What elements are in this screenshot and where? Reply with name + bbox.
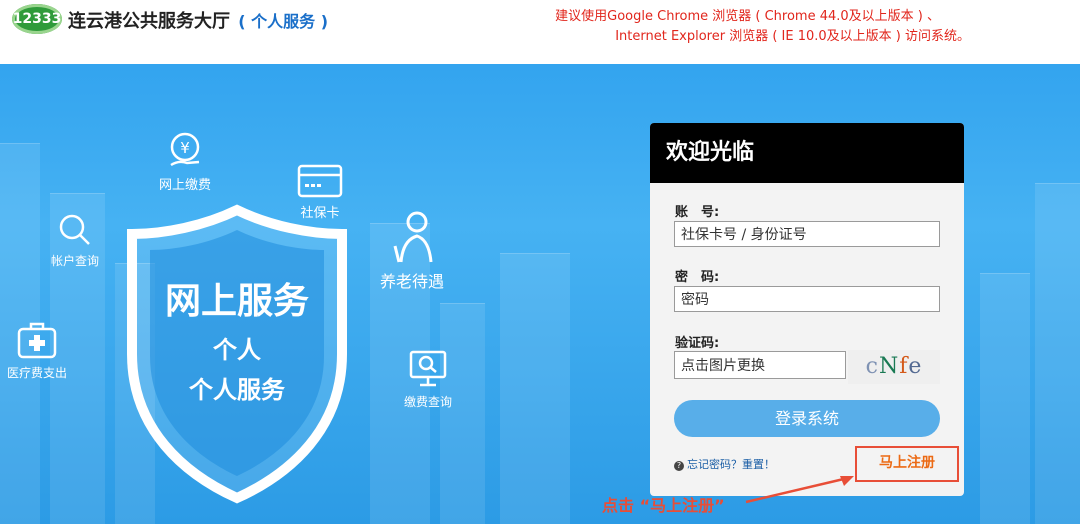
building-decoration	[1035, 183, 1080, 524]
captcha-image[interactable]: cNfe	[848, 350, 940, 384]
captcha-char: N	[878, 354, 900, 379]
browser-notice: 建议使用Google Chrome 浏览器 ( Chrome 44.0及以上版本…	[555, 7, 970, 47]
forgot-password-link[interactable]: ? 忘记密码？重置！	[674, 456, 775, 472]
register-highlight-box: 马上注册	[855, 446, 959, 482]
shield-line-2: 个人	[213, 336, 261, 364]
captcha-input[interactable]: 点击图片更换	[674, 351, 846, 379]
search-icon	[59, 214, 90, 245]
card-icon	[297, 164, 343, 198]
password-input[interactable]: 密码	[674, 286, 940, 312]
service-payment-query[interactable]: 缴费查询	[398, 349, 458, 410]
service-account-query[interactable]: 帐户查询	[40, 212, 110, 269]
service-label: 帐户查询	[50, 254, 99, 268]
service-label: 医疗费支出	[6, 366, 67, 380]
service-medical-expense[interactable]: 医疗费支出	[0, 320, 74, 381]
captcha-char: e	[908, 354, 923, 379]
svg-text:¥: ¥	[180, 139, 190, 157]
service-pension[interactable]: 养老待遇	[370, 210, 454, 292]
annotation-text: 点击 “马上注册”	[602, 496, 725, 515]
site-title: 连云港公共服务大厅 ( 个人服务 )	[68, 7, 328, 33]
service-label: 缴费查询	[403, 395, 452, 409]
elder-icon	[393, 211, 433, 263]
yen-hand-icon: ¥	[170, 132, 200, 167]
notice-line-2: Internet Explorer 浏览器 ( IE 10.0及以上版本 ) 访…	[615, 29, 970, 44]
building-decoration	[980, 273, 1030, 524]
monitor-search-icon	[409, 350, 447, 387]
login-title: 欢迎光临	[650, 123, 964, 183]
account-label: 账 号:	[675, 205, 720, 220]
password-label: 密 码:	[675, 270, 720, 285]
forgot-password-text: 忘记密码？重置！	[687, 458, 775, 471]
login-panel: 欢迎光临 账 号: 社保卡号 / 身份证号 密 码: 密码 验证码: 点击图片更…	[650, 123, 964, 496]
question-icon: ?	[674, 461, 684, 471]
shield-title: 网上服务	[164, 281, 309, 322]
service-label: 养老待遇	[379, 272, 444, 291]
medical-kit-icon	[17, 322, 57, 359]
captcha-char: c	[865, 354, 879, 379]
captcha-char: f	[899, 354, 909, 379]
service-online-payment[interactable]: ¥ 网上缴费	[150, 130, 220, 193]
login-button[interactable]: 登录系统	[674, 400, 940, 437]
logo-12333[interactable]: 12333	[12, 4, 62, 34]
notice-line-1: 建议使用Google Chrome 浏览器 ( Chrome 44.0及以上版本…	[555, 9, 940, 24]
site-title-main: 连云港公共服务大厅	[68, 11, 230, 32]
shield-line-3: 个人服务	[189, 376, 285, 404]
header: 12333 连云港公共服务大厅 ( 个人服务 ) 建议使用Google Chro…	[0, 0, 1080, 64]
register-button[interactable]: 马上注册	[857, 448, 957, 478]
service-label: 网上缴费	[158, 178, 211, 193]
captcha-label: 验证码:	[675, 336, 720, 351]
site-title-sub: ( 个人服务 )	[238, 12, 329, 31]
annotation-arrow-icon	[745, 476, 854, 504]
building-decoration	[440, 303, 485, 524]
account-input[interactable]: 社保卡号 / 身份证号	[674, 221, 940, 247]
building-decoration	[500, 253, 570, 524]
